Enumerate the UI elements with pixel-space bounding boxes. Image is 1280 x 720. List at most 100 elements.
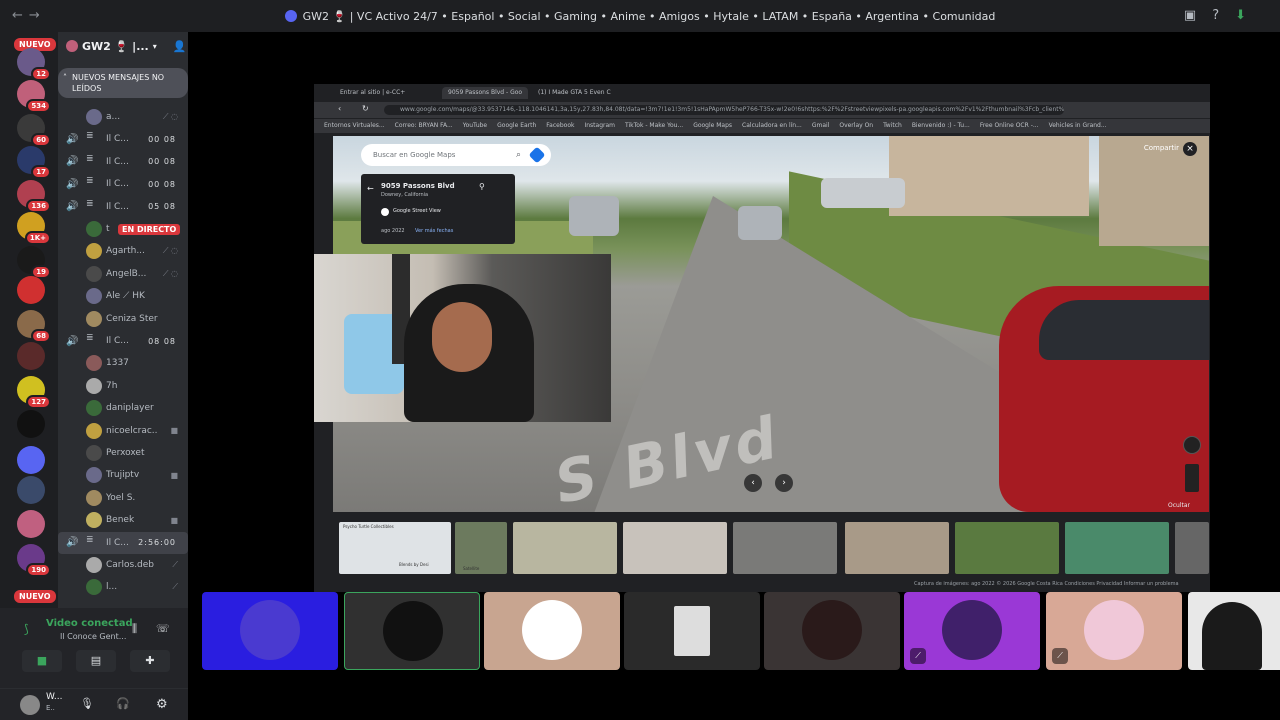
server-icon[interactable]: [17, 410, 45, 438]
next-arrow-icon[interactable]: ›: [775, 474, 793, 492]
voice-member[interactable]: Trujiptv ■: [58, 464, 188, 486]
compass-icon[interactable]: [1183, 436, 1201, 454]
photo-thumbnail[interactable]: [733, 522, 837, 574]
bookmark-item[interactable]: Facebook: [546, 122, 574, 129]
server-icon[interactable]: 60: [17, 114, 51, 147]
close-icon[interactable]: ×: [1183, 142, 1197, 156]
voice-member[interactable]: Benek ■: [58, 509, 188, 531]
inbox-icon[interactable]: ▣: [1184, 8, 1196, 23]
voice-member[interactable]: Yoel S.: [58, 487, 188, 509]
zoom-control[interactable]: [1185, 464, 1199, 492]
bookmark-item[interactable]: Instagram: [584, 122, 615, 129]
voice-member[interactable]: Agarth... ⟋ ◌: [58, 240, 188, 262]
voice-member[interactable]: Perxoxet: [58, 442, 188, 464]
server-icon[interactable]: [17, 476, 45, 504]
new-messages-banner[interactable]: ˄ NUEVOS MENSAJES NO LEÍDOS: [58, 68, 188, 98]
photo-thumbnail[interactable]: [513, 522, 617, 574]
voice-channel[interactable]: 🔊 ≣ Il C... 00 08: [58, 128, 188, 150]
server-icon[interactable]: 534: [17, 80, 51, 113]
server-icon[interactable]: 17: [17, 146, 51, 179]
disconnect-icon[interactable]: ☏: [156, 622, 170, 635]
server-icon[interactable]: [17, 446, 45, 474]
directions-icon[interactable]: [528, 146, 546, 164]
url-field[interactable]: www.google.com/maps/@33.9537146,-118.104…: [384, 105, 1064, 115]
photo-thumbnail[interactable]: [1065, 522, 1169, 574]
server-icon[interactable]: 136: [17, 180, 51, 213]
voice-channel[interactable]: 🔊 ≣ Il C... 05 08: [58, 196, 188, 218]
avatar[interactable]: [20, 695, 40, 715]
search-icon[interactable]: ⌕: [516, 144, 521, 166]
voice-member[interactable]: daniplayer: [58, 397, 188, 419]
prev-arrow-icon[interactable]: ‹: [744, 474, 762, 492]
invite-icon[interactable]: 👤: [173, 40, 187, 53]
bookmark-item[interactable]: Correo: BRYAN FA...: [395, 122, 453, 129]
noise-icon[interactable]: ⫼: [132, 622, 137, 636]
tab-2[interactable]: 9059 Passons Blvd - Goo: [442, 87, 529, 99]
voice-member[interactable]: 7h: [58, 375, 188, 397]
photo-thumbnail[interactable]: [955, 522, 1059, 574]
mic-icon[interactable]: 🎙: [80, 697, 94, 710]
maps-search-input[interactable]: Buscar en Google Maps ⌕: [361, 144, 551, 166]
photo-thumbnail[interactable]: [1175, 522, 1209, 574]
participant-tile[interactable]: [344, 592, 480, 670]
voice-channel[interactable]: 🔊 ≣ Il C... 00 08: [58, 173, 188, 195]
hide-link[interactable]: Ocultar: [1168, 502, 1190, 509]
participant-tile[interactable]: [202, 592, 338, 670]
headphones-icon[interactable]: 🎧: [116, 697, 130, 710]
voice-member[interactable]: l... ⟋: [58, 576, 188, 598]
nav-arrows[interactable]: ←→: [12, 8, 46, 23]
bookmark-item[interactable]: Calculadora en lín...: [742, 122, 802, 129]
server-icon[interactable]: [17, 342, 45, 370]
bookmark-item[interactable]: Entornos Virtuales...: [324, 122, 385, 129]
photo-thumbnail[interactable]: [845, 522, 949, 574]
participant-tile[interactable]: [624, 592, 760, 670]
voice-channel[interactable]: 🔊 ≣ Il C... 00 08: [58, 151, 188, 173]
bookmark-item[interactable]: Google Earth: [497, 122, 536, 129]
bookmark-item[interactable]: TikTok - Make You...: [625, 122, 683, 129]
voice-member[interactable]: Ceniza Stern...: [58, 308, 188, 330]
gear-icon[interactable]: ⚙: [156, 697, 168, 712]
voice-channel[interactable]: 🔊 ≣ Il C... 08 08: [58, 330, 188, 352]
participant-tile[interactable]: ⟋: [904, 592, 1040, 670]
bookmark-item[interactable]: YouTube: [463, 122, 487, 129]
voice-channel[interactable]: 🔊 ≣ Il C... 2:56:00: [58, 531, 188, 554]
photo-thumbnail[interactable]: [339, 522, 451, 574]
server-icon[interactable]: [17, 510, 45, 538]
bookmark-item[interactable]: Gmail: [812, 122, 830, 129]
voice-member[interactable]: nicoelcrac... ■: [58, 420, 188, 442]
back-icon[interactable]: ‹: [338, 104, 341, 113]
bookmark-item[interactable]: Vehicles in Grand...: [1049, 122, 1107, 129]
bookmark-item[interactable]: Free Online OCR -...: [980, 122, 1039, 129]
voice-member[interactable]: 1337: [58, 352, 188, 374]
server-icon[interactable]: 68: [17, 310, 51, 343]
bookmark-item[interactable]: Twitch: [883, 122, 902, 129]
pin-icon[interactable]: ⚲: [479, 182, 485, 191]
server-header[interactable]: GW2 🍷 |... ▾ 👤: [58, 32, 188, 60]
screen-share-icon[interactable]: ▤: [76, 650, 116, 672]
bookmark-item[interactable]: Bienvenido :) - Tu...: [912, 122, 970, 129]
server-icon[interactable]: 19: [17, 246, 51, 279]
server-icon[interactable]: 1K+: [17, 212, 51, 245]
help-icon[interactable]: ?: [1212, 8, 1219, 23]
camera-icon[interactable]: ■: [22, 650, 62, 672]
participant-tile[interactable]: [1188, 592, 1280, 670]
photo-thumbnail[interactable]: [623, 522, 727, 574]
tab-1[interactable]: Entrar al sitio | e-CC+: [334, 87, 411, 99]
server-icon[interactable]: [17, 276, 45, 304]
voice-member[interactable]: t EN DIRECTO: [58, 218, 188, 240]
voice-member[interactable]: Carlos.deb ⟋: [58, 554, 188, 576]
bookmark-item[interactable]: Google Maps: [693, 122, 732, 129]
reload-icon[interactable]: ↻: [362, 104, 369, 113]
back-arrow-icon[interactable]: ←: [367, 184, 374, 193]
server-icon[interactable]: 127: [17, 376, 51, 409]
server-icon[interactable]: 190: [17, 544, 51, 577]
more-dates-link[interactable]: Ver más fechas: [415, 228, 453, 234]
participant-tile[interactable]: ⟋: [1046, 592, 1182, 670]
participant-tile[interactable]: [484, 592, 620, 670]
download-icon[interactable]: ⬇: [1235, 8, 1246, 23]
voice-member[interactable]: AngelB... ⟋ ◌: [58, 263, 188, 285]
share-button[interactable]: Compartir: [1144, 144, 1179, 152]
participant-tile[interactable]: [764, 592, 900, 670]
tab-3[interactable]: (1) I Made GTA 5 Even C: [532, 87, 617, 99]
activity-icon[interactable]: ✚: [130, 650, 170, 672]
